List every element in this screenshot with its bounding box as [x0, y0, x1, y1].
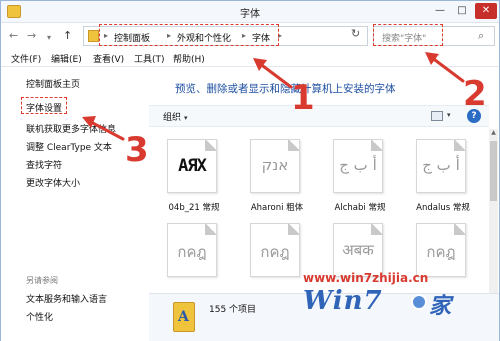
- search-icon: ⌕: [478, 29, 485, 42]
- font-file-icon: กคฎ: [250, 223, 300, 277]
- font-name: Aharoni 粗体: [250, 203, 304, 213]
- title-bar: 字体 — □ ✕: [1, 1, 499, 23]
- font-name: Alchabi 常规: [334, 203, 386, 213]
- font-settings-highlight-box: [21, 97, 67, 114]
- font-preview-glyph: أ ب ج: [339, 156, 377, 174]
- organize-button[interactable]: 组织 ▾: [163, 110, 188, 123]
- personalization-link[interactable]: 个性化: [26, 310, 53, 323]
- menu-bar: 文件(F) 编辑(E) 查看(V) 工具(T) 帮助(H): [1, 49, 499, 67]
- search-highlight-box: [373, 24, 443, 46]
- annotation-number-2: 2: [463, 74, 487, 114]
- watermark-brand: Win7: [303, 286, 383, 316]
- explorer-window: 字体 — □ ✕ ← → ▾ ↑ ▸ 控制面板 ▸ 外观和个性化 ▸ 字体 ▸ …: [0, 0, 500, 341]
- close-button[interactable]: ✕: [475, 3, 497, 19]
- back-button[interactable]: ←: [9, 29, 18, 43]
- font-file-icon: กคฎ: [416, 223, 466, 277]
- font-file-icon: AЯX: [167, 139, 217, 193]
- font-preview-glyph: กคฎ: [177, 243, 207, 261]
- font-preview-glyph: กคฎ: [260, 243, 290, 261]
- window-title: 字体: [240, 9, 260, 20]
- refresh-icon[interactable]: ↻: [351, 27, 360, 40]
- font-preview-glyph: AЯX: [178, 156, 207, 176]
- font-preview-glyph: กคฎ: [426, 243, 456, 261]
- font-preview-glyph: أ ب ج: [422, 156, 460, 174]
- annotation-number-1: 1: [291, 78, 315, 118]
- minimize-button[interactable]: —: [431, 3, 449, 19]
- menu-view[interactable]: 查看(V): [93, 52, 124, 65]
- item-count: 155 个项目: [209, 305, 257, 315]
- organize-label: 组织: [163, 113, 182, 123]
- windows-logo-icon: [411, 294, 427, 310]
- menu-edit[interactable]: 编辑(E): [51, 52, 82, 65]
- find-character-link[interactable]: 查找字符: [26, 158, 62, 171]
- get-more-font-info-link[interactable]: 联机获取更多字体信息: [26, 122, 116, 135]
- font-name: 04b_21 常规: [168, 203, 220, 213]
- font-file-icon: אנק: [250, 139, 300, 193]
- fonts-folder-icon: A: [173, 302, 195, 332]
- change-view-icon[interactable]: [431, 111, 443, 121]
- font-preview-glyph: अबक: [342, 241, 374, 259]
- recent-locations-dropdown[interactable]: ▾: [47, 31, 51, 45]
- font-name: Andalus 常规: [416, 203, 470, 213]
- view-dropdown-icon[interactable]: ▾: [447, 111, 451, 119]
- menu-tools[interactable]: 工具(T): [134, 52, 165, 65]
- control-panel-home-link[interactable]: 控制面板主页: [26, 77, 80, 90]
- font-file-icon: กคฎ: [167, 223, 217, 277]
- scroll-up-arrow[interactable]: ▲: [489, 129, 498, 138]
- address-highlight-box: [99, 24, 279, 46]
- font-file-icon: أ ب ج: [333, 139, 383, 193]
- folder-icon: [88, 30, 99, 42]
- page-heading: 预览、删除或者显示和隐藏计算机上安装的字体: [175, 83, 396, 95]
- adjust-cleartype-link[interactable]: 调整 ClearType 文本: [26, 140, 112, 153]
- watermark-url: www.win7zhijia.cn: [303, 271, 429, 285]
- text-services-link[interactable]: 文本服务和输入语言: [26, 292, 107, 305]
- annotation-number-3: 3: [125, 130, 149, 170]
- watermark-brand-tail: 家: [429, 293, 452, 319]
- change-font-size-link[interactable]: 更改字体大小: [26, 176, 80, 189]
- font-file-icon: अबक: [333, 223, 383, 277]
- menu-help[interactable]: 帮助(H): [173, 52, 205, 65]
- navigation-bar: ← → ▾ ↑ ▸ 控制面板 ▸ 外观和个性化 ▸ 字体 ▸ ↻ 搜索"字体" …: [1, 23, 499, 49]
- command-bar: 组织 ▾ ▾ ?: [149, 105, 489, 127]
- up-button[interactable]: ↑: [63, 29, 72, 43]
- scroll-thumb[interactable]: [490, 141, 497, 201]
- chevron-down-icon: ▾: [184, 114, 188, 122]
- menu-file[interactable]: 文件(F): [11, 52, 41, 65]
- task-pane: 控制面板主页 字体设置 联机获取更多字体信息 调整 ClearType 文本 查…: [1, 67, 149, 341]
- maximize-button[interactable]: □: [453, 3, 471, 19]
- forward-button[interactable]: →: [27, 29, 36, 43]
- font-file-icon: أ ب ج: [416, 139, 466, 193]
- font-preview-glyph: אנק: [261, 156, 289, 174]
- see-also-heading: 另请参阅: [26, 276, 58, 285]
- watermark-logo: Win7 家: [301, 284, 461, 324]
